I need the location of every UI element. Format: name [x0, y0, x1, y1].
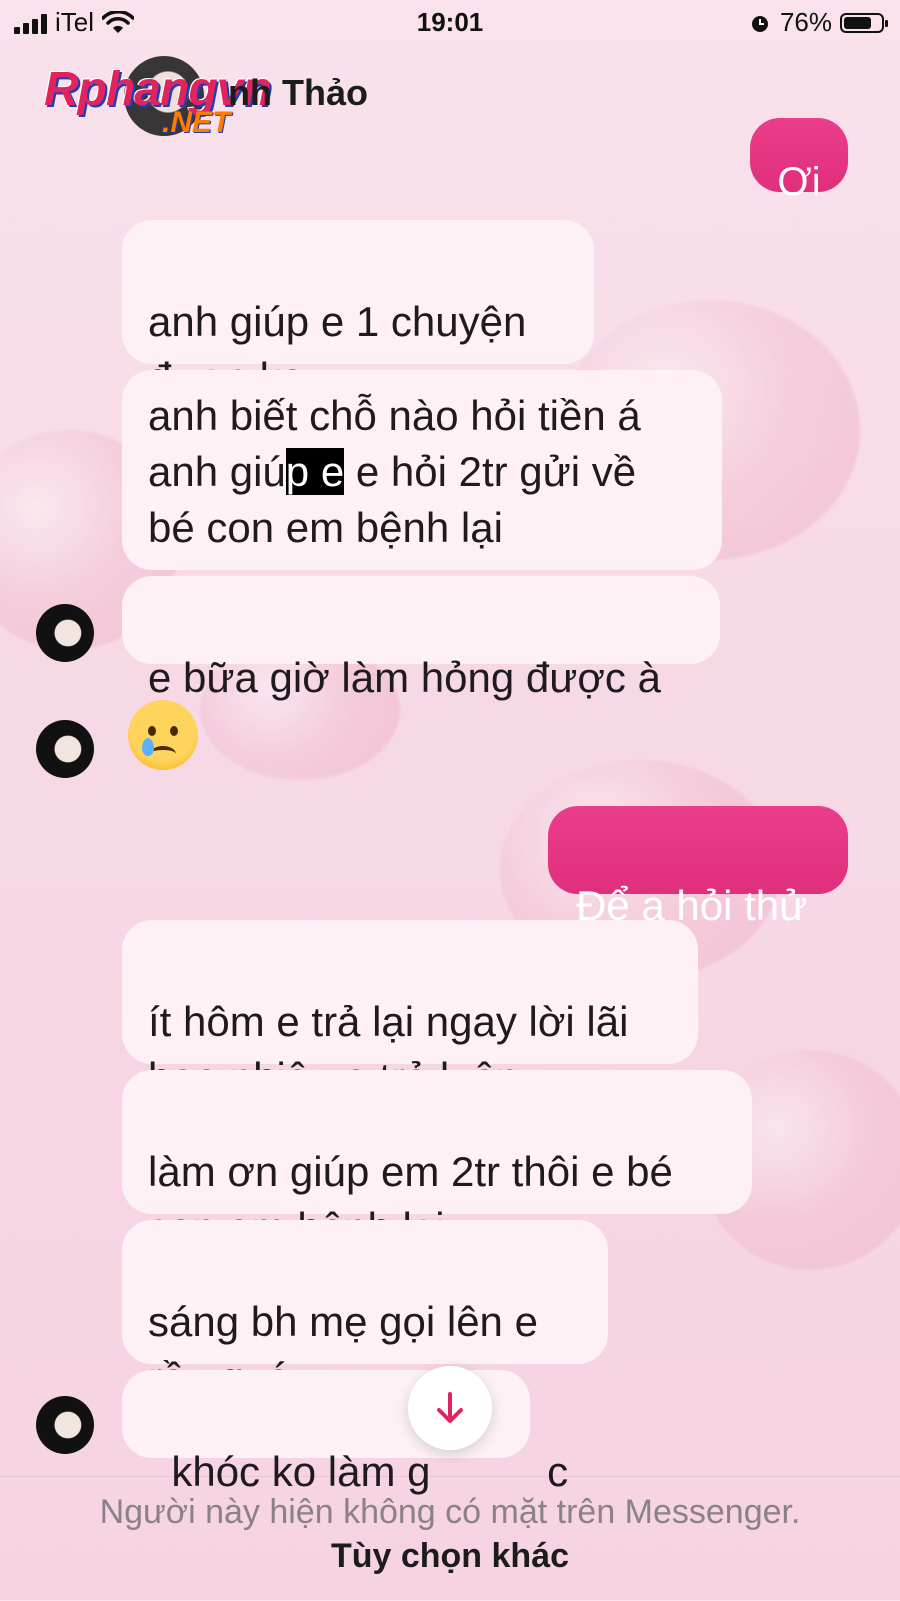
message-text: Ơi	[777, 160, 821, 204]
message-bubble-incoming[interactable]: anh giúp e 1 chuyện được ko	[122, 220, 594, 401]
contact-avatar[interactable]	[36, 604, 94, 662]
message-bubble-incoming[interactable]: anh biết chỗ nào hỏi tiền á anh giúp e e…	[122, 370, 722, 570]
message-bubble-incoming[interactable]: ít hôm e trả lại ngay lời lãi bao nhiêu …	[122, 920, 698, 1101]
message-bubble-outgoing[interactable]: Ơi	[750, 118, 848, 202]
contact-avatar[interactable]	[36, 720, 94, 778]
message-bubble-incoming[interactable]: làm ơn giúp em 2tr thôi e bé con em bệnh…	[122, 1070, 752, 1251]
arrow-down-icon	[437, 1392, 463, 1423]
contact-avatar[interactable]	[36, 1396, 94, 1454]
alarm-icon	[751, 15, 768, 32]
message-bubble-incoming[interactable]: e bữa giờ làm hỏng được à	[122, 576, 720, 701]
more-options-link[interactable]: Tùy chọn khác	[0, 1537, 900, 1576]
battery-icon	[840, 12, 888, 33]
selected-text[interactable]: p e	[285, 448, 345, 495]
watermark-suffix: .NET	[162, 106, 231, 139]
message-bubble-incoming[interactable]: sáng bh mẹ gọi lên e rầu quá	[122, 1220, 608, 1401]
composer-unavailable-footer: Người này hiện không có mặt trên Messeng…	[0, 1476, 900, 1601]
scroll-to-bottom-button[interactable]	[408, 1366, 492, 1450]
unavailable-notice: Người này hiện không có mặt trên Messeng…	[99, 1493, 801, 1531]
message-text: e bữa giờ làm hỏng được à	[148, 654, 661, 701]
status-bar: iTel 19:01 76%	[0, 0, 900, 44]
crying-face-icon[interactable]	[128, 700, 198, 770]
battery-percent: 76%	[779, 7, 832, 37]
contact-name[interactable]: nh Thảo	[228, 72, 368, 114]
message-bubble-outgoing[interactable]: Để a hỏi thử	[548, 806, 848, 929]
